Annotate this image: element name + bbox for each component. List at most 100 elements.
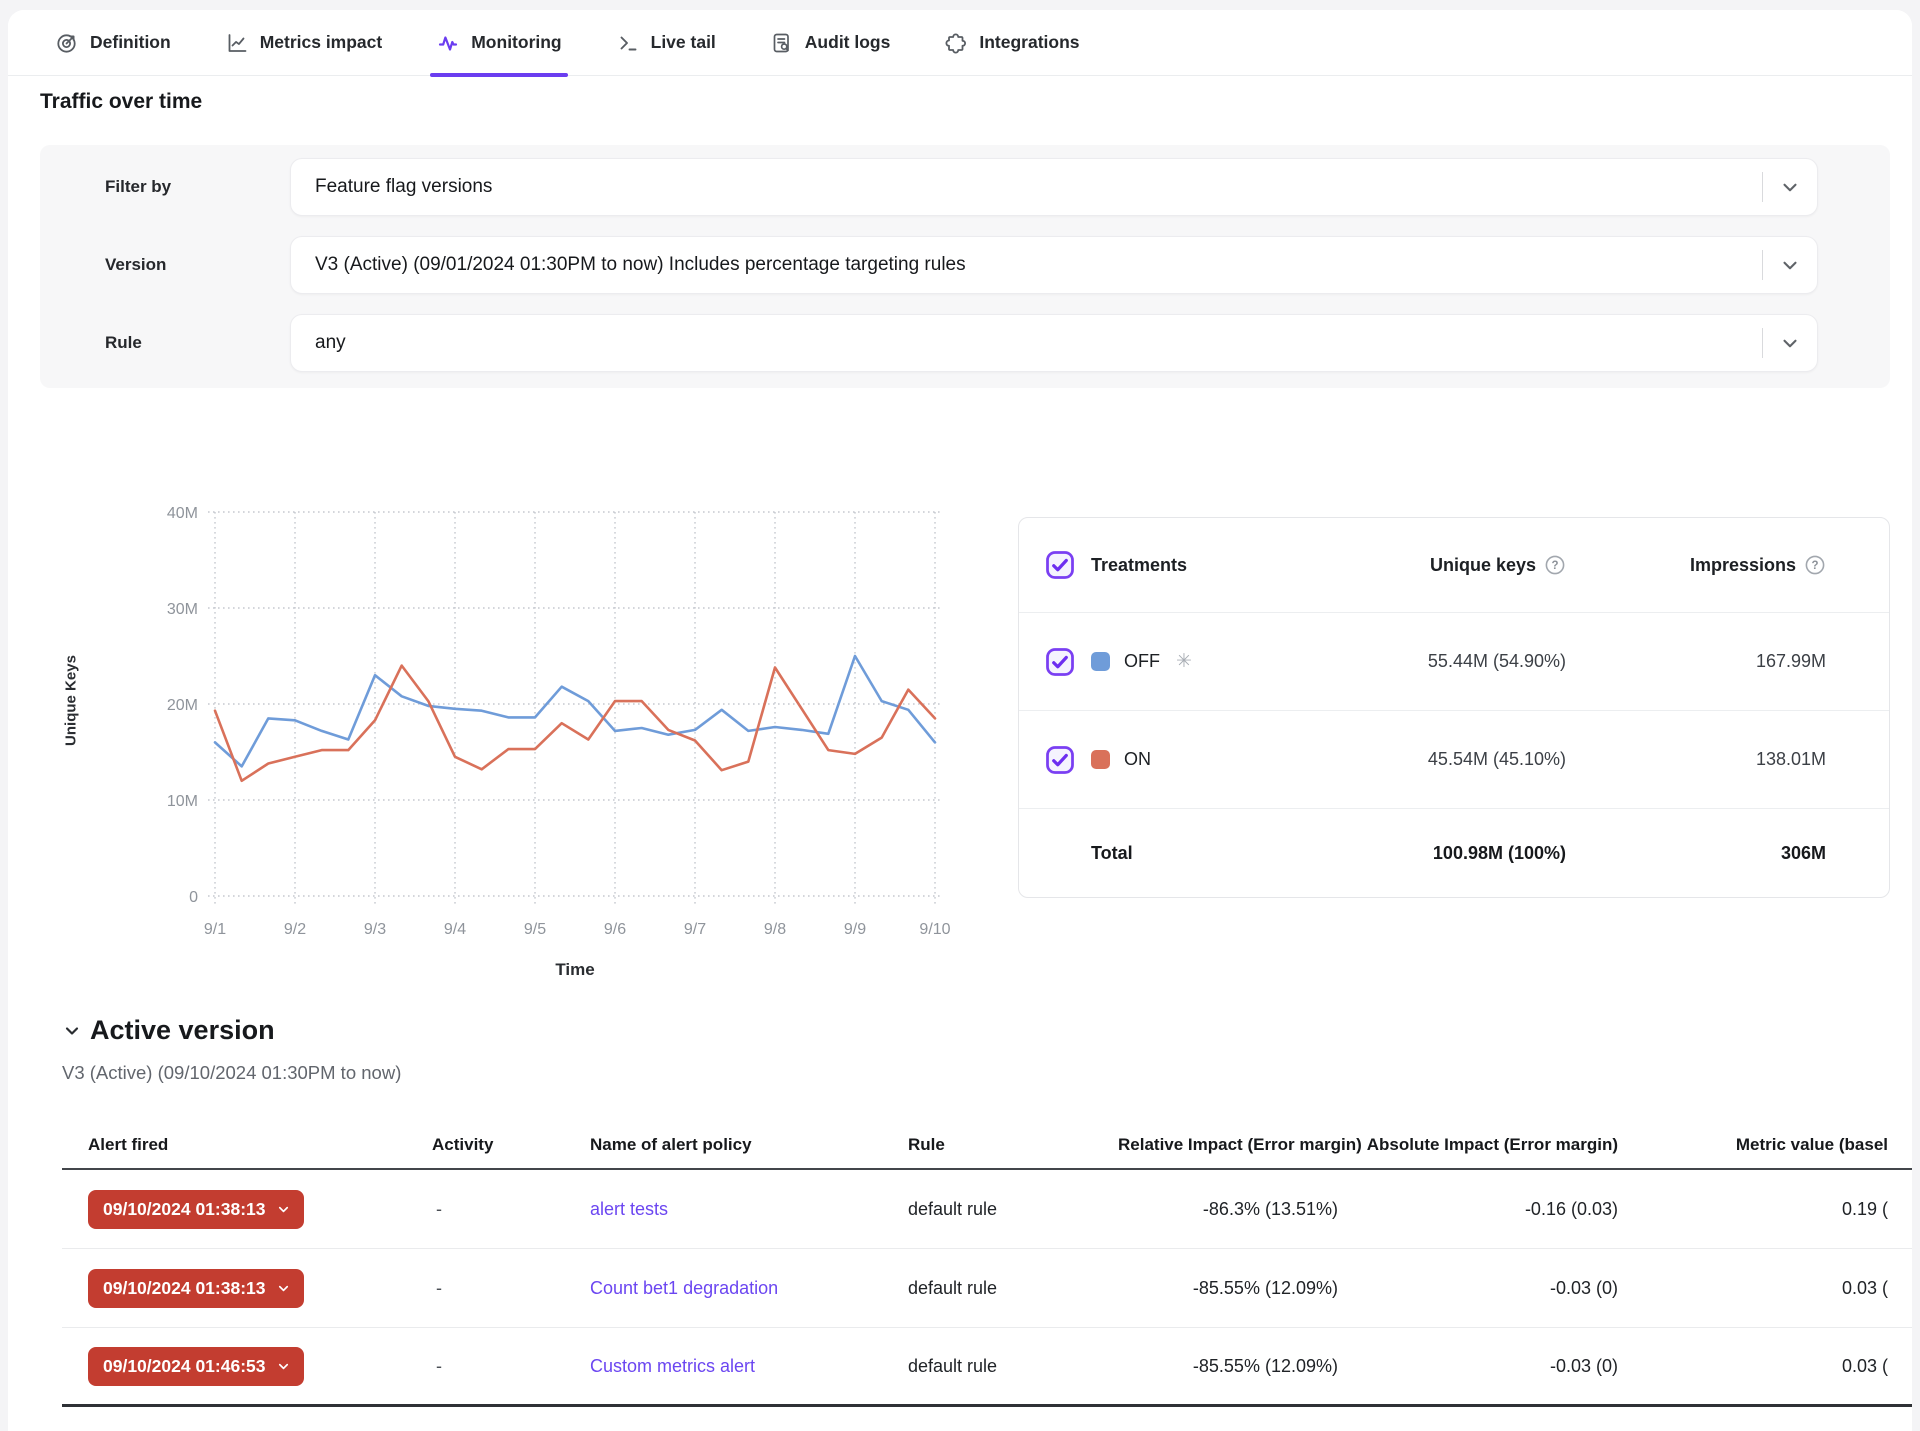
alert-row-1: 09/10/2024 01:38:13 - alert tests defaul…	[62, 1170, 1912, 1249]
col-rule: Rule	[908, 1135, 1118, 1155]
chevron-down-icon	[276, 1359, 291, 1374]
document-search-icon	[770, 31, 794, 55]
alert-fired-time: 09/10/2024 01:38:13	[103, 1199, 266, 1220]
svg-text:9/7: 9/7	[684, 921, 706, 938]
svg-text:9/8: 9/8	[764, 921, 786, 938]
field-divider	[1762, 328, 1763, 358]
svg-text:9/9: 9/9	[844, 921, 866, 938]
version-label: Version	[105, 255, 166, 275]
total-impressions: 306M	[1566, 843, 1826, 864]
svg-text:20M: 20M	[167, 697, 198, 714]
puzzle-icon	[944, 31, 968, 55]
filter-by-select[interactable]: Feature flag versions	[290, 158, 1818, 216]
rule-select[interactable]: any	[290, 314, 1818, 372]
checkbox-checked-icon	[1045, 550, 1075, 580]
relative-impact-value: -86.3% (13.51%)	[1118, 1199, 1338, 1220]
svg-text:9/5: 9/5	[524, 921, 546, 938]
tab-label: Integrations	[979, 32, 1079, 53]
checkbox-checked-icon	[1045, 745, 1075, 775]
tab-monitoring[interactable]: Monitoring	[436, 10, 561, 76]
filter-by-value: Feature flag versions	[315, 176, 1762, 198]
activity-value: -	[412, 1278, 572, 1299]
tab-definition[interactable]: Definition	[55, 10, 171, 76]
tab-label: Live tail	[651, 32, 716, 53]
on-series-swatch	[1091, 750, 1110, 769]
tab-label: Monitoring	[471, 32, 561, 53]
alert-policy-link[interactable]: Custom metrics alert	[590, 1356, 755, 1376]
off-series-swatch	[1091, 652, 1110, 671]
chevron-down-icon	[276, 1202, 291, 1217]
tab-integrations[interactable]: Integrations	[944, 10, 1079, 76]
relative-impact-value: -85.55% (12.09%)	[1118, 1356, 1338, 1377]
off-unique-keys: 55.44M (54.90%)	[1266, 651, 1566, 672]
svg-text:9/4: 9/4	[444, 921, 466, 938]
filter-row-filter-by: Filter by Feature flag versions	[40, 158, 1890, 216]
relative-impact-value: -85.55% (12.09%)	[1118, 1278, 1338, 1299]
alert-policy-link[interactable]: alert tests	[590, 1199, 668, 1219]
line-chart: 010M20M30M40M9/19/29/39/49/59/69/79/89/9…	[40, 400, 1020, 1012]
col-policy: Name of alert policy	[572, 1135, 908, 1155]
chevron-down-icon	[276, 1281, 291, 1296]
tab-audit-logs[interactable]: Audit logs	[770, 10, 891, 76]
col-alert-fired: Alert fired	[62, 1135, 412, 1155]
active-version-header[interactable]: Active version	[62, 1015, 275, 1046]
tab-label: Audit logs	[805, 32, 891, 53]
svg-text:9/1: 9/1	[204, 921, 226, 938]
treatment-name: OFF	[1124, 651, 1160, 672]
chevron-down-icon	[62, 1021, 82, 1041]
help-icon[interactable]: ?	[1544, 554, 1566, 576]
activity-value: -	[412, 1356, 572, 1377]
off-impressions: 167.99M	[1566, 651, 1826, 672]
alert-row-2: 09/10/2024 01:38:13 - Count bet1 degrada…	[62, 1249, 1912, 1328]
col-absolute-impact: Absolute Impact (Error margin)	[1338, 1135, 1618, 1155]
chevron-down-icon	[1779, 176, 1801, 198]
treatment-off-checkbox[interactable]	[1045, 647, 1081, 677]
treatment-on-checkbox[interactable]	[1045, 745, 1081, 775]
activity-value: -	[412, 1199, 572, 1220]
svg-text:10M: 10M	[167, 793, 198, 810]
checkbox-checked-icon	[1045, 647, 1075, 677]
rule-label: Rule	[105, 333, 142, 353]
rule-value: any	[315, 332, 1762, 354]
tab-metrics-impact[interactable]: Metrics impact	[225, 10, 383, 76]
chevron-down-icon	[1779, 254, 1801, 276]
select-all-checkbox[interactable]	[1045, 550, 1081, 580]
svg-text:?: ?	[1551, 560, 1558, 572]
terminal-icon	[616, 31, 640, 55]
rule-value: default rule	[908, 1199, 1118, 1220]
alert-fired-badge[interactable]: 09/10/2024 01:38:13	[88, 1190, 304, 1229]
unique-keys-header: Unique keys	[1430, 555, 1536, 576]
legend-header-row: Treatments Unique keys ? Impressions ?	[1019, 518, 1889, 613]
version-select[interactable]: V3 (Active) (09/01/2024 01:30PM to now) …	[290, 236, 1818, 294]
absolute-impact-value: -0.03 (0)	[1338, 1278, 1618, 1299]
total-unique-keys: 100.98M (100%)	[1266, 843, 1566, 864]
target-icon	[55, 31, 79, 55]
alert-fired-badge[interactable]: 09/10/2024 01:38:13	[88, 1269, 304, 1308]
alert-fired-badge[interactable]: 09/10/2024 01:46:53	[88, 1347, 304, 1386]
legend-row-on: ON 45.54M (45.10%) 138.01M	[1019, 711, 1889, 809]
alert-row-3: 09/10/2024 01:46:53 - Custom metrics ale…	[62, 1328, 1912, 1407]
alert-policy-link[interactable]: Count bet1 degradation	[590, 1278, 778, 1298]
field-divider	[1762, 172, 1763, 202]
help-icon[interactable]: ?	[1804, 554, 1826, 576]
metric-value: 0.03 (	[1618, 1356, 1888, 1377]
svg-text:9/6: 9/6	[604, 921, 626, 938]
absolute-impact-value: -0.03 (0)	[1338, 1356, 1618, 1377]
svg-text:?: ?	[1811, 560, 1818, 572]
x-axis-label: Time	[425, 960, 725, 980]
alert-fired-time: 09/10/2024 01:38:13	[103, 1278, 266, 1299]
svg-text:9/10: 9/10	[919, 921, 950, 938]
treatment-name: ON	[1124, 749, 1151, 770]
filter-row-rule: Rule any	[40, 314, 1890, 372]
active-version-subtitle: V3 (Active) (09/10/2024 01:30PM to now)	[62, 1062, 401, 1084]
col-relative-impact: Relative Impact (Error margin)	[1118, 1135, 1338, 1155]
treatments-header: Treatments	[1081, 555, 1266, 576]
alert-fired-time: 09/10/2024 01:46:53	[103, 1356, 266, 1377]
metric-value: 0.19 (	[1618, 1199, 1888, 1220]
tab-live-tail[interactable]: Live tail	[616, 10, 716, 76]
default-treatment-icon: ✳	[1176, 650, 1192, 673]
svg-text:9/3: 9/3	[364, 921, 386, 938]
page-title: Traffic over time	[40, 90, 202, 114]
y-axis-label: Unique Keys	[63, 626, 80, 776]
filter-by-label: Filter by	[105, 177, 171, 197]
